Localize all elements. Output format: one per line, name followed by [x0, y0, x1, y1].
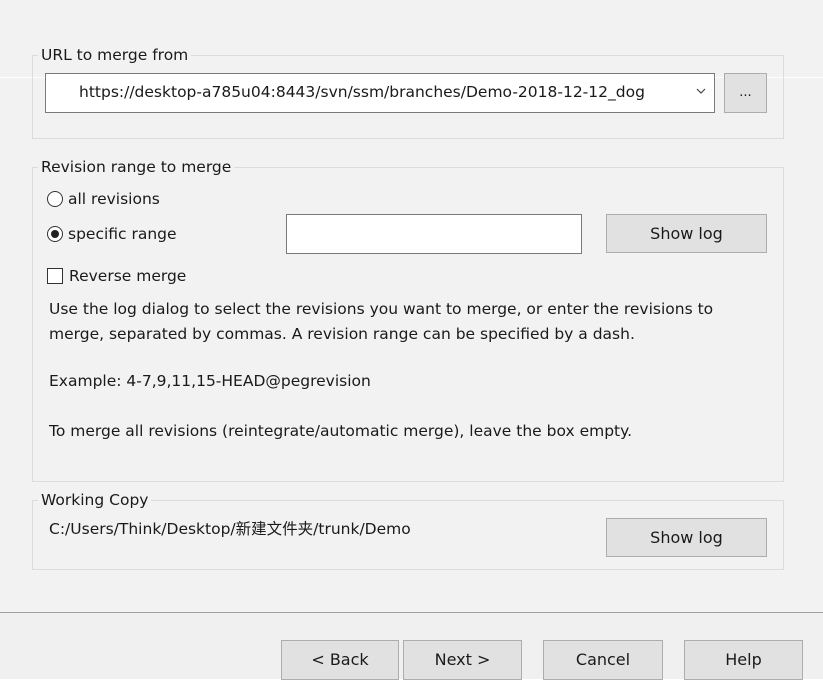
- show-log-working-copy-button[interactable]: Show log: [606, 518, 767, 557]
- show-log-revisions-button-label: Show log: [650, 224, 723, 243]
- revision-range-input[interactable]: [286, 214, 582, 254]
- working-copy-path: C:/Users/Think/Desktop/新建文件夹/trunk/Demo: [49, 520, 411, 538]
- back-button-label: < Back: [311, 650, 369, 669]
- browse-url-button[interactable]: ...: [724, 73, 767, 113]
- chevron-down-icon[interactable]: [696, 86, 706, 96]
- wizard-footer: < Back Next > Cancel Help: [0, 613, 823, 680]
- specific-range-label[interactable]: specific range: [68, 224, 177, 244]
- radio-selected-dot: [51, 230, 59, 238]
- help-button[interactable]: Help: [684, 640, 803, 680]
- reverse-merge-label[interactable]: Reverse merge: [69, 266, 186, 286]
- specific-range-radio[interactable]: [47, 226, 63, 242]
- show-log-working-copy-button-label: Show log: [650, 528, 723, 547]
- all-revisions-radio[interactable]: [47, 191, 63, 207]
- merge-wizard-page: URL to merge from https://desktop-a785u0…: [0, 0, 823, 612]
- back-button[interactable]: < Back: [281, 640, 399, 680]
- help-text-line-2: merge, separated by commas. A revision r…: [49, 325, 635, 343]
- cancel-button-label: Cancel: [575, 650, 631, 669]
- cancel-button[interactable]: Cancel: [543, 640, 663, 680]
- help-text-line-1: Use the log dialog to select the revisio…: [49, 300, 714, 318]
- show-log-revisions-button[interactable]: Show log: [606, 214, 767, 253]
- url-group-label: URL to merge from: [38, 45, 192, 65]
- reverse-merge-checkbox[interactable]: [47, 268, 63, 284]
- browse-url-button-label: ...: [739, 85, 752, 100]
- example-text: Example: 4-7,9,11,15-HEAD@pegrevision: [49, 372, 371, 390]
- help-button-label: Help: [725, 650, 762, 669]
- next-button[interactable]: Next >: [403, 640, 522, 680]
- all-revisions-label[interactable]: all revisions: [68, 189, 160, 209]
- empty-box-note: To merge all revisions (reintegrate/auto…: [49, 422, 633, 440]
- url-combobox[interactable]: https://desktop-a785u04:8443/svn/ssm/bra…: [45, 73, 715, 113]
- url-value: https://desktop-a785u04:8443/svn/ssm/bra…: [79, 83, 645, 101]
- next-button-label: Next >: [434, 650, 491, 669]
- revision-range-group-label: Revision range to merge: [38, 157, 235, 177]
- working-copy-group-label: Working Copy: [38, 490, 152, 510]
